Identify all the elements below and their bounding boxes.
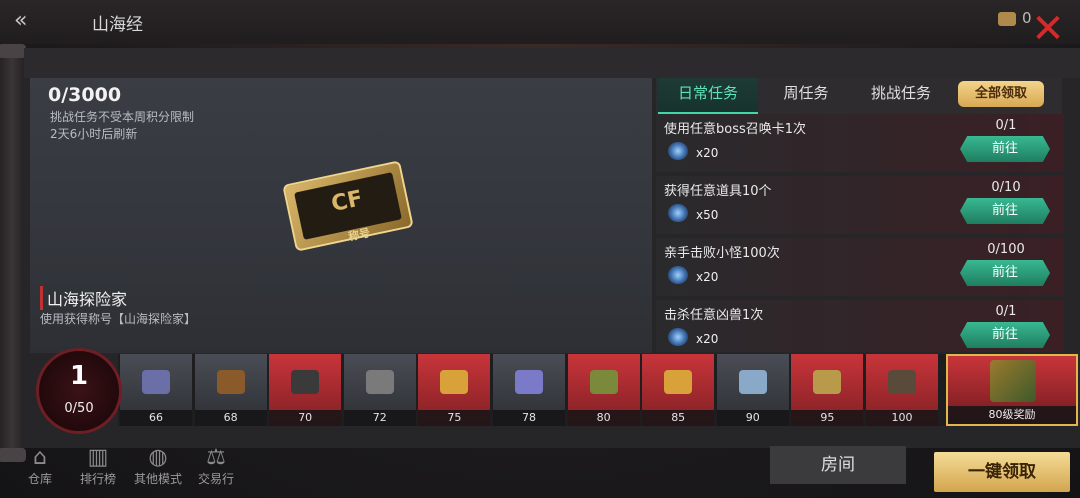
task-progress: 0/10 <box>991 180 1021 195</box>
reward-level-label: 70 <box>269 410 342 426</box>
reward-item-icon <box>515 370 543 394</box>
reward-item[interactable]: 85 <box>642 354 715 426</box>
nav-other-modes[interactable]: ◍ 其他模式 <box>128 446 188 498</box>
task-reward-qty: x20 <box>696 146 719 160</box>
nav-label: 其他模式 <box>133 472 182 486</box>
back-chevron-icon[interactable]: « <box>14 10 42 32</box>
screen: « 山海经 0 ✕ 0/3000 挑战任务不受本周积分限制 2天6小时后刷新 C… <box>0 0 1080 498</box>
reward-title-name: 山海探险家 <box>40 286 127 310</box>
task-reward-qty: x20 <box>696 332 719 346</box>
warehouse-icon: ⌂ <box>33 445 47 470</box>
task-progress: 0/1 <box>995 118 1017 133</box>
coin-icon <box>998 12 1016 26</box>
points-progress: 0/3000 <box>48 84 122 106</box>
reward-item-icon <box>664 370 693 394</box>
task-row: 获得任意道具10个 x50 0/10 前往 <box>656 176 1064 234</box>
panel-header-strip <box>24 48 1080 78</box>
task-reward-qty: x50 <box>696 208 719 222</box>
reward-item[interactable]: 70 <box>269 354 342 426</box>
final-reward[interactable]: 80级奖励 <box>946 354 1078 426</box>
top-bar: « 山海经 0 <box>0 0 1080 44</box>
task-reward-qty: x20 <box>696 270 719 284</box>
reward-level-label: 90 <box>716 410 789 426</box>
scroll-decoration <box>0 44 26 462</box>
reward-level-label: 95 <box>791 410 864 426</box>
refresh-timer: 2天6小时后刷新 <box>50 127 138 141</box>
go-button[interactable]: 前往 <box>960 136 1050 162</box>
globe-icon: ◍ <box>148 445 168 470</box>
page-title: 山海经 <box>92 15 143 35</box>
go-button[interactable]: 前往 <box>960 260 1050 286</box>
reward-token-icon <box>668 142 688 160</box>
reward-level-label: 85 <box>642 410 715 426</box>
close-icon[interactable]: ✕ <box>1030 9 1066 49</box>
reward-item[interactable]: 78 <box>493 354 565 426</box>
reward-level-label: 72 <box>343 410 416 426</box>
reward-item[interactable]: 72 <box>343 354 416 426</box>
reward-item[interactable]: 100 <box>866 354 938 426</box>
reward-item[interactable]: 80 <box>567 354 640 426</box>
task-name: 获得任意道具10个 <box>664 184 772 199</box>
nav-label: 交易行 <box>197 472 234 486</box>
leaderboard-icon: ▥ <box>87 445 109 470</box>
final-reward-label: 80级奖励 <box>948 406 1076 424</box>
reward-item[interactable]: 66 <box>120 354 192 426</box>
reward-item[interactable]: 90 <box>716 354 789 426</box>
reward-item-icon <box>990 360 1036 402</box>
current-level: 1 <box>69 361 89 391</box>
reward-level-label: 66 <box>120 410 192 426</box>
reward-item-icon <box>365 370 394 394</box>
task-name: 亲手击败小怪100次 <box>664 246 780 261</box>
level-progress: 0/50 <box>64 401 94 416</box>
task-row: 击杀任意凶兽1次 x20 0/1 前往 <box>656 300 1064 352</box>
reward-level-label: 75 <box>418 410 491 426</box>
tab-daily[interactable]: 日常任务 <box>658 78 758 114</box>
task-row: 使用任意boss召唤卡1次 x20 0/1 前往 <box>656 114 1064 172</box>
reward-level-label: 78 <box>493 410 565 426</box>
reward-item-icon <box>216 370 245 394</box>
claim-all-button[interactable]: 全部领取 <box>958 81 1044 107</box>
level-indicator: 1 0/50 <box>36 348 122 434</box>
tab-challenge[interactable]: 挑战任务 <box>854 78 948 114</box>
task-name: 击杀任意凶兽1次 <box>664 308 764 323</box>
scroll-cap-top <box>0 44 26 58</box>
reward-item-icon <box>142 370 170 394</box>
task-progress: 0/1 <box>995 304 1017 319</box>
task-name: 使用任意boss召唤卡1次 <box>664 122 807 137</box>
one-click-claim-button[interactable]: 一键领取 <box>934 452 1070 492</box>
reward-item-icon <box>813 370 842 394</box>
reward-level-label: 100 <box>866 410 938 426</box>
reward-token-icon <box>668 204 688 222</box>
reward-item[interactable]: 68 <box>194 354 267 426</box>
reward-token-icon <box>668 328 688 346</box>
bottom-nav: ⌂ 仓库 ▥ 排行榜 ◍ 其他模式 ⚖ 交易行 <box>0 446 760 498</box>
reward-item-icon <box>589 370 618 394</box>
room-button[interactable]: 房间 <box>770 446 906 484</box>
go-button[interactable]: 前往 <box>960 198 1050 224</box>
challenge-note: 挑战任务不受本周积分限制 <box>50 110 195 124</box>
nav-warehouse[interactable]: ⌂ 仓库 <box>10 446 70 498</box>
reward-item-icon <box>440 370 469 394</box>
scales-icon: ⚖ <box>206 445 226 470</box>
nav-label: 排行榜 <box>79 472 116 486</box>
reward-token-icon <box>668 266 688 284</box>
reward-item[interactable]: 95 <box>791 354 864 426</box>
reward-item-icon <box>888 370 916 394</box>
task-row: 亲手击败小怪100次 x20 0/100 前往 <box>656 238 1064 296</box>
reward-item[interactable]: 75 <box>418 354 491 426</box>
nav-label: 仓库 <box>27 472 52 486</box>
tab-weekly[interactable]: 周任务 <box>760 78 852 114</box>
reward-item-icon <box>291 370 320 394</box>
reward-level-label: 80 <box>567 410 640 426</box>
go-button[interactable]: 前往 <box>960 322 1050 348</box>
nav-leaderboard[interactable]: ▥ 排行榜 <box>68 446 128 498</box>
nav-trade[interactable]: ⚖ 交易行 <box>186 446 246 498</box>
task-progress: 0/100 <box>987 242 1025 257</box>
reward-level-label: 68 <box>194 410 267 426</box>
reward-item-icon <box>738 370 767 394</box>
reward-title-desc: 使用获得称号【山海探险家】 <box>40 312 197 326</box>
